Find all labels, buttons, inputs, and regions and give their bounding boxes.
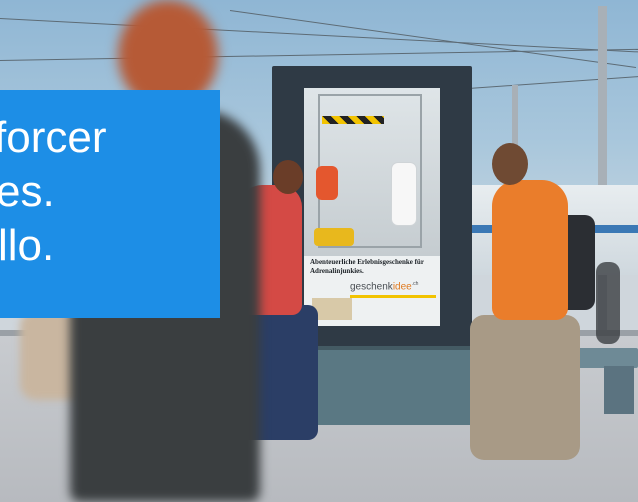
ad-gift-boxes: [312, 298, 352, 320]
ad-yellow-machine: [314, 228, 354, 246]
ad-figure-orange-suit: [316, 166, 338, 200]
kiosk-screen: Abenteuerliche Erlebnisgeschenke für Adr…: [304, 88, 440, 326]
ad-logo-suffix: .ch: [411, 281, 419, 287]
blue-text-overlay: forcer es. llo.: [0, 90, 220, 318]
overlay-line-3: llo.: [0, 221, 55, 270]
person-orange-jacket-head: [492, 143, 528, 185]
ad-logo-accent: idee: [392, 281, 412, 293]
ad-hazard-stripe: [322, 116, 384, 124]
photo-scene: Abenteuerliche Erlebnisgeschenke für Adr…: [0, 0, 638, 502]
person-red-jacket-head: [273, 160, 303, 194]
ad-logo-main: geschenk: [350, 281, 393, 293]
ad-headline: Abenteuerliche Erlebnisgeschenke für Adr…: [310, 258, 424, 275]
ad-logo-bar: [350, 295, 436, 298]
bench-leg: [604, 366, 634, 414]
person-orange-jacket: [492, 180, 568, 320]
ad-photo: [304, 88, 440, 256]
bicycle: [596, 262, 620, 344]
ad-logo: geschenkidee.ch: [350, 281, 418, 292]
overlay-line-1: forcer: [0, 113, 107, 162]
overlay-line-2: es.: [0, 167, 55, 216]
ad-figure-white-coat: [392, 163, 416, 225]
person-orange-jacket-legs: [470, 315, 580, 460]
